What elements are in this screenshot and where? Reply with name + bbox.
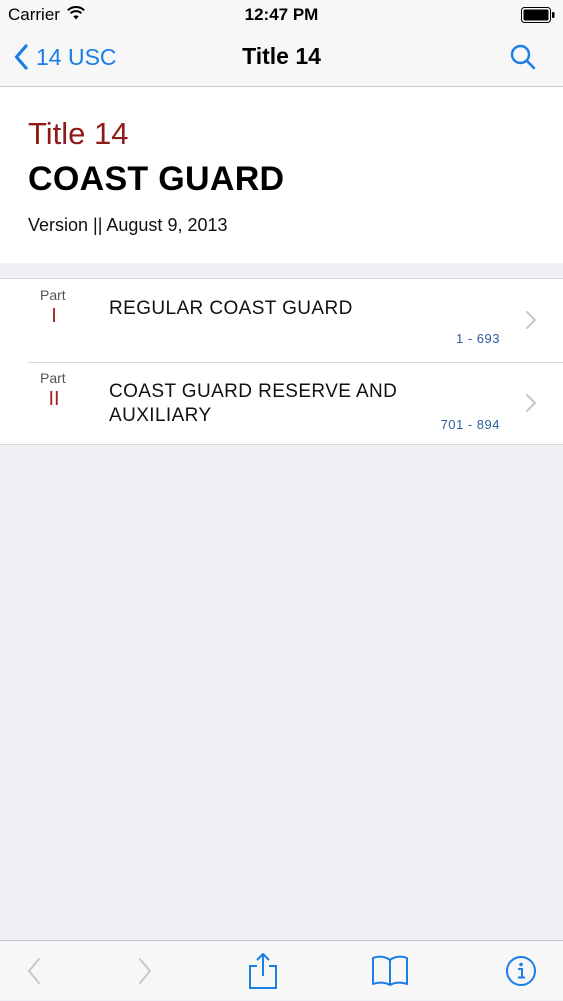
bottom-toolbar bbox=[0, 940, 563, 1000]
share-icon bbox=[249, 953, 277, 989]
title-name: COAST GUARD bbox=[28, 160, 285, 198]
part-numeral: I bbox=[51, 305, 57, 327]
part-label: Part bbox=[40, 287, 66, 303]
part-numeral: II bbox=[48, 388, 60, 410]
previous-button[interactable] bbox=[6, 941, 62, 1001]
part-title: COAST GUARD RESERVE AND AUXILIARY bbox=[109, 381, 398, 426]
book-icon bbox=[372, 955, 408, 986]
navigation-bar: 14 USC Title 14 bbox=[0, 30, 563, 87]
chevron-left-icon bbox=[28, 958, 40, 984]
part-row-i[interactable]: Part I REGULAR COAST GUARD 1 - 693 bbox=[0, 279, 563, 363]
status-bar: Carrier 12:47 PM bbox=[0, 0, 563, 30]
part-label: Part bbox=[40, 370, 66, 386]
bookmarks-button[interactable] bbox=[362, 941, 418, 1001]
info-icon bbox=[506, 956, 536, 986]
back-button-label: 14 USC bbox=[36, 43, 117, 70]
part-row-ii[interactable]: Part II COAST GUARD RESERVE AND AUXILIAR… bbox=[0, 362, 563, 445]
back-button[interactable]: 14 USC bbox=[14, 40, 117, 74]
part-section-range: 1 - 693 bbox=[456, 331, 500, 346]
chevron-left-icon bbox=[14, 44, 28, 70]
chevron-right-icon bbox=[526, 394, 536, 412]
title-header: Title 14 COAST GUARD Version || August 9… bbox=[0, 87, 563, 263]
status-time: 12:47 PM bbox=[244, 5, 319, 24]
info-button[interactable] bbox=[493, 941, 549, 1001]
chevron-right-icon bbox=[526, 311, 536, 329]
parts-list: Part I REGULAR COAST GUARD 1 - 693 Part … bbox=[0, 278, 563, 445]
version-line: Version || August 9, 2013 bbox=[28, 215, 228, 235]
share-button[interactable] bbox=[235, 941, 291, 1001]
part-section-range: 701 - 894 bbox=[440, 417, 500, 432]
part-title: REGULAR COAST GUARD bbox=[109, 298, 353, 319]
next-button[interactable] bbox=[117, 941, 173, 1001]
battery-icon bbox=[521, 7, 555, 23]
chevron-right-icon bbox=[139, 958, 151, 984]
search-icon[interactable] bbox=[509, 43, 537, 71]
title-number: Title 14 bbox=[28, 116, 129, 151]
